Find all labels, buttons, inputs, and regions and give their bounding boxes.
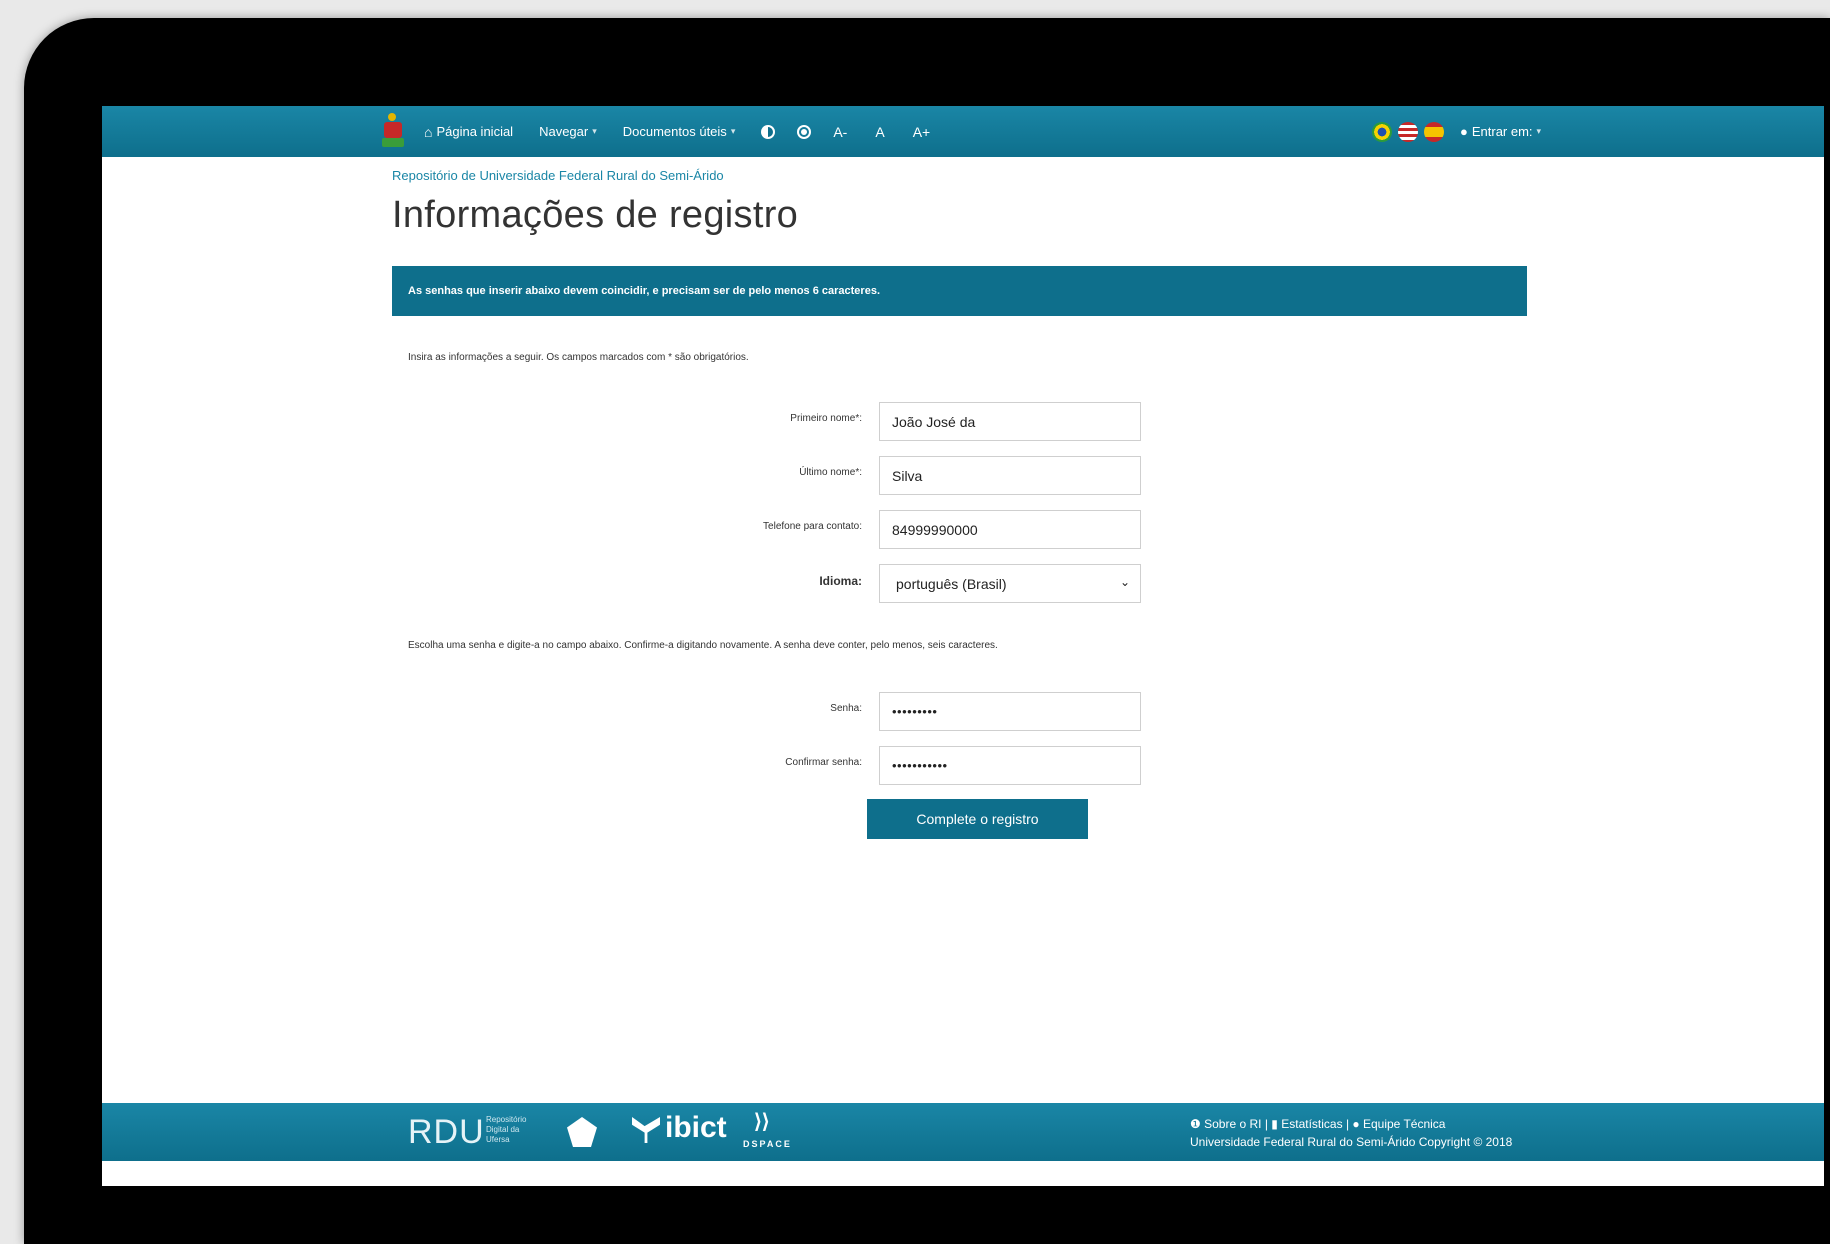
flag-spain-icon[interactable] [1424, 121, 1444, 142]
phone-label: Telefone para contato: [763, 521, 862, 532]
dspace-icon[interactable]: ⟩⟩ [754, 1109, 770, 1134]
language-select[interactable]: português (Brasil) ⌄ [879, 564, 1141, 603]
font-decrease-button[interactable]: A- [833, 124, 847, 140]
phone-field[interactable]: 84999990000 [879, 510, 1141, 549]
user-icon: ● [1352, 1117, 1360, 1131]
login-label: Entrar em: [1471, 124, 1533, 139]
nav-home-label: Página inicial [436, 124, 514, 139]
alert-text: As senhas que inserir abaixo devem coinc… [408, 285, 881, 297]
first-name-label: Primeiro nome*: [790, 413, 862, 424]
font-increase-button[interactable]: A+ [913, 124, 931, 140]
confirm-password-value: ••••••••••• [892, 758, 948, 773]
ufersa-logo[interactable] [382, 112, 404, 151]
nav-home-link[interactable]: ⌂ Página inicial [424, 124, 513, 140]
rdu-subtitle: Repositório Digital da Ufersa [486, 1115, 527, 1144]
password-field[interactable]: ••••••••• [879, 692, 1141, 731]
info-icon: ❶ [1190, 1117, 1201, 1131]
rdu-logo[interactable]: RDU [408, 1113, 485, 1152]
caret-down-icon: ▾ [1536, 126, 1542, 136]
last-name-label: Último nome*: [799, 467, 862, 478]
login-menu[interactable]: ● Entrar em: ▾ [1450, 124, 1541, 139]
complete-registration-button[interactable]: Complete o registro [867, 799, 1088, 839]
flag-brazil-icon[interactable] [1372, 121, 1392, 142]
device-frame: ⌂ Página inicial Navegar ▾ Documentos út… [24, 18, 1830, 1244]
ibict-icon[interactable] [632, 1117, 660, 1143]
language-label: Idioma: [819, 574, 862, 588]
phone-value: 84999990000 [892, 521, 978, 538]
password-label: Senha: [830, 703, 862, 714]
caret-down-icon: ▾ [730, 126, 736, 136]
nav-browse-menu[interactable]: Navegar ▾ [539, 124, 597, 139]
user-icon: ● [1460, 124, 1468, 139]
chevron-down-icon: ⌄ [1119, 575, 1130, 589]
last-name-value: Silva [892, 467, 923, 484]
last-name-field[interactable]: Silva [879, 456, 1141, 495]
nav-docs-menu[interactable]: Documentos úteis ▾ [623, 124, 736, 139]
breadcrumb[interactable]: Repositório de Universidade Federal Rura… [392, 168, 724, 183]
caret-down-icon: ▾ [592, 126, 597, 136]
form-instructions: Insira as informações a seguir. Os campo… [408, 352, 749, 363]
partner-logo-icon[interactable] [567, 1117, 597, 1147]
footer-links: ❶ Sobre o RI | ▮ Estatísticas | ● Equipe… [1190, 1117, 1446, 1131]
font-normal-button[interactable]: A [875, 124, 884, 140]
password-alert: As senhas que inserir abaixo devem coinc… [392, 266, 1527, 316]
home-icon: ⌂ [424, 123, 433, 140]
confirm-password-field[interactable]: ••••••••••• [879, 746, 1141, 785]
browser-screen: ⌂ Página inicial Navegar ▾ Documentos út… [102, 106, 1824, 1186]
footer: RDU Repositório Digital da Ufersa ibict … [102, 1103, 1824, 1161]
about-link[interactable]: Sobre o RI [1204, 1117, 1261, 1131]
dspace-label: DSPACE [743, 1139, 792, 1149]
nav-docs-label: Documentos úteis [622, 124, 727, 139]
contrast-icon[interactable] [761, 124, 776, 139]
language-value: português (Brasil) [896, 575, 1007, 592]
team-link[interactable]: Equipe Técnica [1363, 1117, 1446, 1131]
reset-icon[interactable] [797, 124, 812, 139]
first-name-field[interactable]: João José da [879, 402, 1141, 441]
flag-usa-icon[interactable] [1398, 121, 1418, 142]
screen-bottom-strip [102, 1173, 1824, 1186]
stats-link[interactable]: Estatísticas [1281, 1117, 1342, 1131]
nav-browse-label: Navegar [539, 124, 589, 139]
copyright-text: Universidade Federal Rural do Semi-Árido… [1190, 1135, 1513, 1149]
confirm-password-label: Confirmar senha: [785, 757, 862, 768]
ibict-logo-text: ibict [665, 1111, 727, 1144]
top-navbar: ⌂ Página inicial Navegar ▾ Documentos út… [102, 106, 1824, 157]
password-instructions: Escolha uma senha e digite-a no campo ab… [408, 640, 998, 651]
password-value: ••••••••• [892, 704, 938, 719]
first-name-value: João José da [892, 413, 976, 430]
page-title: Informações de registro [392, 194, 799, 236]
stats-icon: ▮ [1271, 1117, 1278, 1131]
